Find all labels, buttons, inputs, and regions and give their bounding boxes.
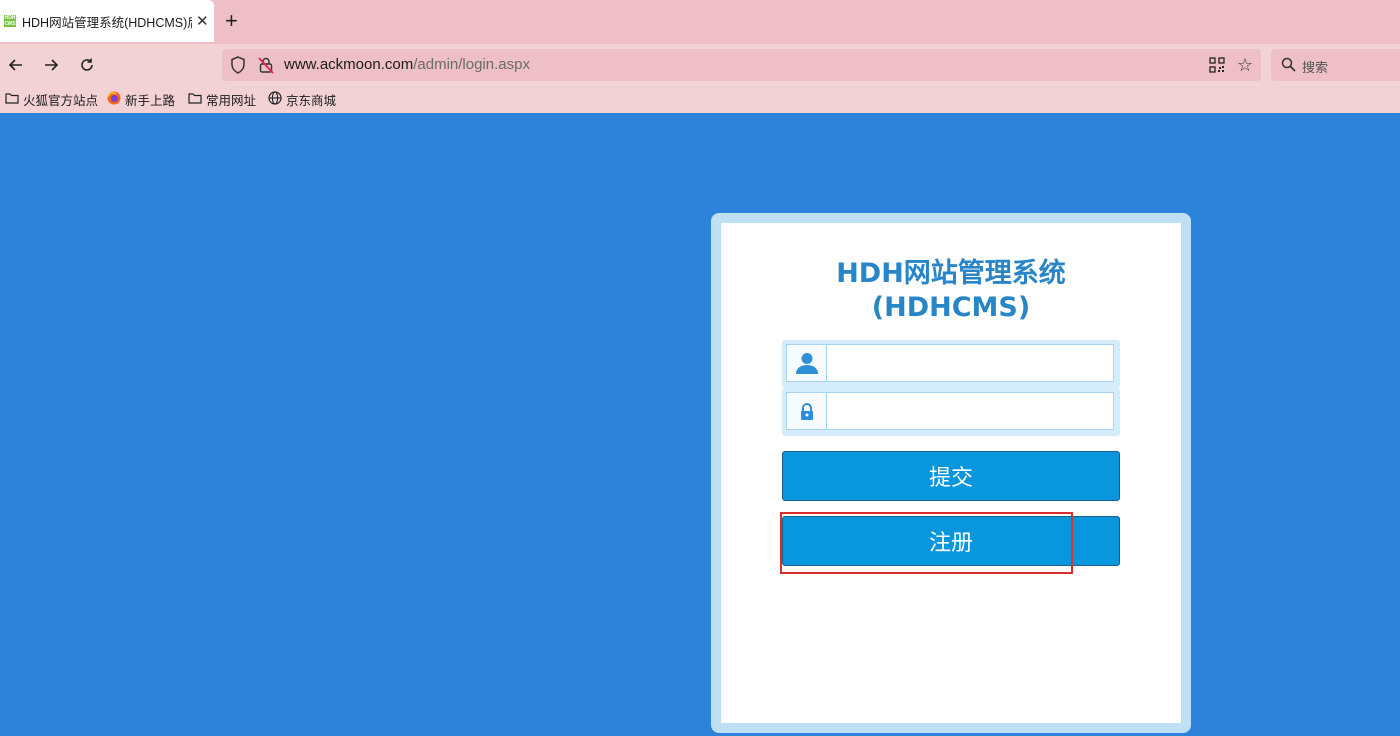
password-field-box bbox=[786, 392, 1117, 431]
password-input[interactable] bbox=[827, 393, 1117, 431]
browser-tab[interactable]: HDH CMS HDH网站管理系统(HDHCMS)后台 ✕ bbox=[0, 0, 214, 42]
insecure-lock-icon[interactable] bbox=[258, 56, 274, 79]
bookmark-label: 新手上路 bbox=[125, 94, 176, 108]
back-arrow-icon[interactable] bbox=[4, 53, 28, 77]
bookmark-label: 火狐官方站点 bbox=[23, 94, 99, 108]
password-field bbox=[782, 388, 1120, 436]
bookmarks-toolbar: 火狐官方站点 新手上路 常用网址 京东商城 bbox=[0, 86, 1400, 113]
close-tab-icon[interactable]: ✕ bbox=[196, 12, 209, 30]
search-box[interactable]: 搜索 bbox=[1271, 49, 1400, 81]
submit-button[interactable]: 提交 bbox=[782, 451, 1120, 501]
login-panel: HDH网站管理系统 (HDHCMS) 提交 注册 bbox=[721, 223, 1181, 723]
bookmark-label: 京东商城 bbox=[286, 94, 337, 108]
address-bar[interactable]: www.ackmoon.com/admin/login.aspx ☆ bbox=[222, 49, 1261, 81]
user-icon bbox=[787, 345, 827, 381]
globe-icon bbox=[268, 91, 282, 108]
firefox-icon bbox=[107, 91, 121, 108]
navigation-bar: www.ackmoon.com/admin/login.aspx ☆ 搜索 bbox=[0, 44, 1400, 86]
reload-icon[interactable] bbox=[75, 53, 99, 77]
bookmark-item[interactable]: 新手上路 bbox=[107, 90, 175, 109]
site-favicon-icon: HDH CMS bbox=[4, 15, 16, 27]
new-tab-icon[interactable]: + bbox=[225, 8, 238, 34]
username-input[interactable] bbox=[827, 345, 1117, 383]
qr-code-icon[interactable] bbox=[1209, 57, 1225, 78]
username-field-box bbox=[786, 344, 1117, 383]
url-path: /admin/login.aspx bbox=[413, 56, 530, 73]
folder-icon bbox=[5, 92, 19, 107]
url-text[interactable]: www.ackmoon.com/admin/login.aspx bbox=[284, 56, 530, 73]
title-line-1: HDH网站管理系统 bbox=[836, 258, 1066, 289]
tab-title: HDH网站管理系统(HDHCMS)后台 bbox=[22, 15, 192, 30]
login-panel-frame: HDH网站管理系统 (HDHCMS) 提交 注册 bbox=[711, 213, 1191, 733]
search-icon bbox=[1281, 57, 1296, 77]
bookmark-item[interactable]: 京东商城 bbox=[268, 90, 336, 109]
folder-icon bbox=[188, 92, 202, 107]
page-title: HDH网站管理系统 (HDHCMS) bbox=[721, 257, 1181, 325]
forward-arrow-icon[interactable] bbox=[39, 53, 63, 77]
bookmark-label: 常用网址 bbox=[206, 94, 257, 108]
shield-icon[interactable] bbox=[230, 56, 246, 79]
bookmark-item[interactable]: 常用网址 bbox=[188, 90, 256, 109]
title-line-2: (HDHCMS) bbox=[871, 292, 1031, 323]
lock-icon bbox=[787, 393, 827, 429]
url-host: www.ackmoon.com bbox=[284, 56, 414, 73]
username-field bbox=[782, 340, 1120, 388]
bookmark-star-icon[interactable]: ☆ bbox=[1237, 55, 1253, 76]
tab-bar: HDH CMS HDH网站管理系统(HDHCMS)后台 ✕ + bbox=[0, 0, 1400, 44]
highlight-box bbox=[780, 512, 1073, 574]
bookmark-item[interactable]: 火狐官方站点 bbox=[5, 90, 98, 109]
search-placeholder: 搜索 bbox=[1302, 60, 1329, 75]
